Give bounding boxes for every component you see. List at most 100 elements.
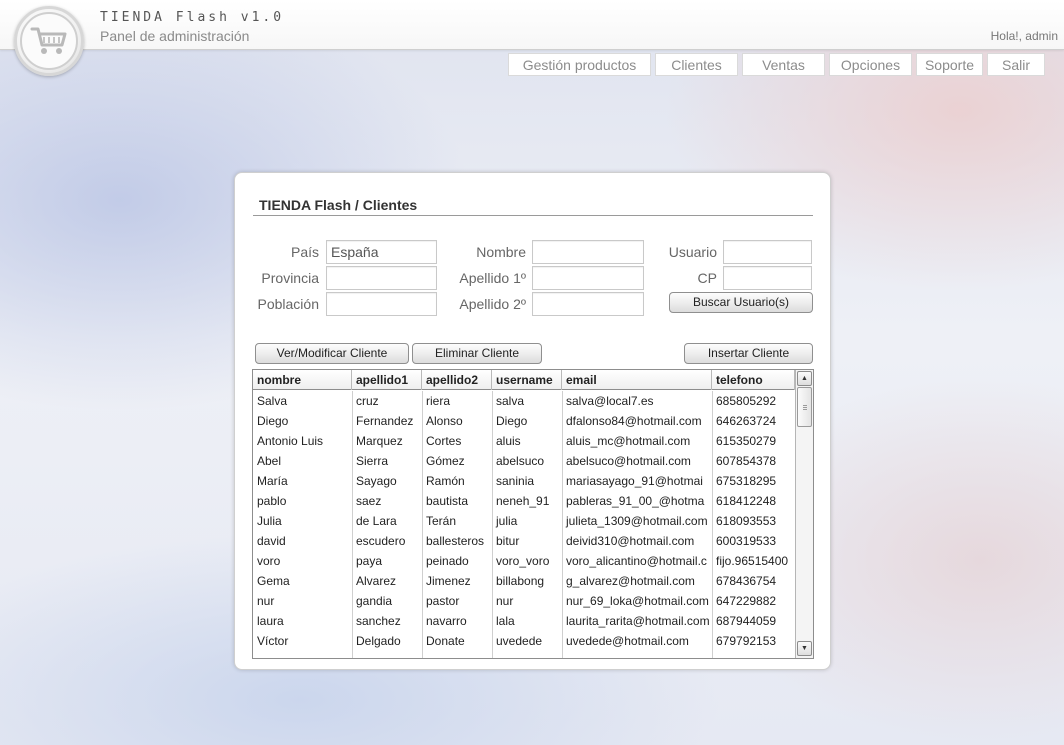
table-row[interactable]: laura sanchez navarro lala laurita_rarita@ho… bbox=[253, 611, 795, 631]
nav-opciones[interactable]: Opciones bbox=[829, 53, 912, 76]
table-row[interactable]: María Sayago Ramón saninia mariasayago_91@ho… bbox=[253, 471, 795, 491]
apellido2-input[interactable] bbox=[532, 292, 644, 316]
cell-telefono: 678436754 bbox=[716, 574, 777, 588]
cell-apellido1: de Lara bbox=[356, 514, 397, 528]
table-header: nombre apellido1 apellido2 username emai… bbox=[253, 370, 795, 390]
cp-label: CP bbox=[697, 270, 717, 286]
apellido1-input[interactable] bbox=[532, 266, 644, 290]
table-row[interactable]: Antonio Luis Marquez Cortes aluis aluis_mc@h… bbox=[253, 431, 795, 451]
column-header-username[interactable]: username bbox=[492, 370, 562, 390]
cell-telefono: 607854378 bbox=[716, 454, 777, 468]
column-header-apellido2[interactable]: apellido2 bbox=[422, 370, 492, 390]
cell-username: aluis bbox=[496, 434, 521, 448]
table-row[interactable]: pablo saez bautista neneh_91 pableras_91_00_… bbox=[253, 491, 795, 511]
app-header: TIENDA Flash v1.0 Panel de administració… bbox=[0, 0, 1064, 76]
usuario-input[interactable] bbox=[723, 240, 812, 264]
pais-input[interactable] bbox=[326, 240, 437, 264]
nav-soporte[interactable]: Soporte bbox=[916, 53, 983, 76]
column-header-nombre[interactable]: nombre bbox=[253, 370, 352, 390]
usuario-label: Usuario bbox=[668, 244, 717, 260]
table-scrollbar[interactable]: ▲ ▼ bbox=[795, 370, 813, 658]
column-header-apellido1[interactable]: apellido1 bbox=[352, 370, 422, 390]
cell-apellido2: Terán bbox=[426, 514, 457, 528]
nav-gestion-productos[interactable]: Gestión productos bbox=[508, 53, 651, 76]
cell-email: salva@local7.es bbox=[566, 394, 654, 408]
cell-nombre: Víctor bbox=[257, 634, 289, 648]
table-row[interactable]: david escudero ballesteros bitur deivid310@h… bbox=[253, 531, 795, 551]
table-row[interactable]: Abel Sierra Gómez abelsuco abelsuco@hotmail.… bbox=[253, 451, 795, 471]
cell-nombre: Diego bbox=[257, 414, 289, 428]
table-row[interactable]: Diego Fernandez Alonso Diego dfalonso84@hotm… bbox=[253, 411, 795, 431]
arrow-down-icon[interactable]: ▼ bbox=[797, 641, 812, 656]
cell-email: voro_alicantino@hotmail.c bbox=[566, 554, 707, 568]
app-subtitle: Panel de administración bbox=[100, 28, 250, 44]
cell-username: lala bbox=[496, 614, 515, 628]
cell-username: voro_voro bbox=[496, 554, 550, 568]
cell-apellido1: gandia bbox=[356, 594, 393, 608]
cell-email: abelsuco@hotmail.com bbox=[566, 454, 691, 468]
table-row[interactable]: voro paya peinado voro_voro voro_alicantino@… bbox=[253, 551, 795, 571]
cell-nombre: nur bbox=[257, 594, 275, 608]
cell-nombre: Antonio Luis bbox=[257, 434, 324, 448]
cell-email: pableras_91_00_@hotma bbox=[566, 494, 705, 508]
column-header-telefono[interactable]: telefono bbox=[712, 370, 795, 390]
cell-username: salva bbox=[496, 394, 525, 408]
nav-ventas[interactable]: Ventas bbox=[742, 53, 825, 76]
panel-title: TIENDA Flash / Clientes bbox=[259, 197, 418, 213]
cell-apellido1: Sierra bbox=[356, 454, 389, 468]
poblacion-label: Población bbox=[257, 296, 320, 312]
cell-username: uvedede bbox=[496, 634, 543, 648]
cell-apellido2: bautista bbox=[426, 494, 469, 508]
cell-nombre: Abel bbox=[257, 454, 282, 468]
cell-telefono: 687944059 bbox=[716, 614, 777, 628]
cell-nombre: pablo bbox=[257, 494, 287, 508]
cell-telefono: fijo.96515400 bbox=[716, 554, 789, 568]
table-row[interactable]: Víctor Delgado Donate uvedede uvedede@hotmai… bbox=[253, 631, 795, 651]
provincia-input[interactable] bbox=[326, 266, 437, 290]
cell-nombre: María bbox=[257, 474, 288, 488]
cell-nombre: Gema bbox=[257, 574, 290, 588]
cell-email: julieta_1309@hotmail.com bbox=[566, 514, 708, 528]
nav-salir[interactable]: Salir bbox=[987, 53, 1045, 76]
nav-clientes[interactable]: Clientes bbox=[655, 53, 738, 76]
cell-nombre: Salva bbox=[257, 394, 288, 408]
cell-nombre: Julia bbox=[257, 514, 282, 528]
nombre-input[interactable] bbox=[532, 240, 644, 264]
cell-email: deivid310@hotmail.com bbox=[566, 534, 695, 548]
poblacion-input[interactable] bbox=[326, 292, 437, 316]
cell-email: dfalonso84@hotmail.com bbox=[566, 414, 702, 428]
cell-apellido2: Alonso bbox=[426, 414, 463, 428]
cell-telefono: 679792153 bbox=[716, 634, 777, 648]
table-row[interactable]: Salva cruz riera salva salva@local7.es 685805… bbox=[253, 391, 795, 411]
table-row[interactable]: Julia de Lara Terán julia julieta_1309@hotma… bbox=[253, 511, 795, 531]
cell-apellido1: Delgado bbox=[356, 634, 401, 648]
cell-username: julia bbox=[496, 514, 518, 528]
cell-telefono: 618412248 bbox=[716, 494, 777, 508]
table-row[interactable]: nur gandia pastor nur nur_69_loka@hotmail.co… bbox=[253, 591, 795, 611]
cell-username: saninia bbox=[496, 474, 535, 488]
arrow-up-icon[interactable]: ▲ bbox=[797, 371, 812, 386]
cell-apellido2: riera bbox=[426, 394, 451, 408]
clientes-table[interactable]: nombre apellido1 apellido2 username emai… bbox=[252, 369, 814, 659]
cell-nombre: voro bbox=[257, 554, 281, 568]
cell-telefono: 675318295 bbox=[716, 474, 777, 488]
apellido1-label: Apellido 1º bbox=[459, 270, 526, 286]
cell-apellido1: saez bbox=[356, 494, 382, 508]
column-header-email[interactable]: email bbox=[562, 370, 712, 390]
buscar-usuarios-button[interactable]: Buscar Usuario(s) bbox=[669, 292, 813, 313]
scrollbar-thumb[interactable] bbox=[797, 387, 812, 427]
cell-apellido1: Marquez bbox=[356, 434, 403, 448]
cell-username: billabong bbox=[496, 574, 545, 588]
ver-modificar-cliente-button[interactable]: Ver/Modificar Cliente bbox=[255, 343, 409, 364]
eliminar-cliente-button[interactable]: Eliminar Cliente bbox=[412, 343, 542, 364]
cell-apellido2: peinado bbox=[426, 554, 469, 568]
cp-input[interactable] bbox=[723, 266, 812, 290]
cell-username: nur bbox=[496, 594, 514, 608]
cell-username: bitur bbox=[496, 534, 520, 548]
cell-nombre: david bbox=[257, 534, 286, 548]
cell-email: uvedede@hotmail.com bbox=[566, 634, 689, 648]
insertar-cliente-button[interactable]: Insertar Cliente bbox=[684, 343, 813, 364]
user-greeting: Hola!, admin bbox=[990, 29, 1058, 43]
cell-apellido2: Donate bbox=[426, 634, 465, 648]
table-row[interactable]: Gema Alvarez Jimenez billabong g_alvarez@hot… bbox=[253, 571, 795, 591]
